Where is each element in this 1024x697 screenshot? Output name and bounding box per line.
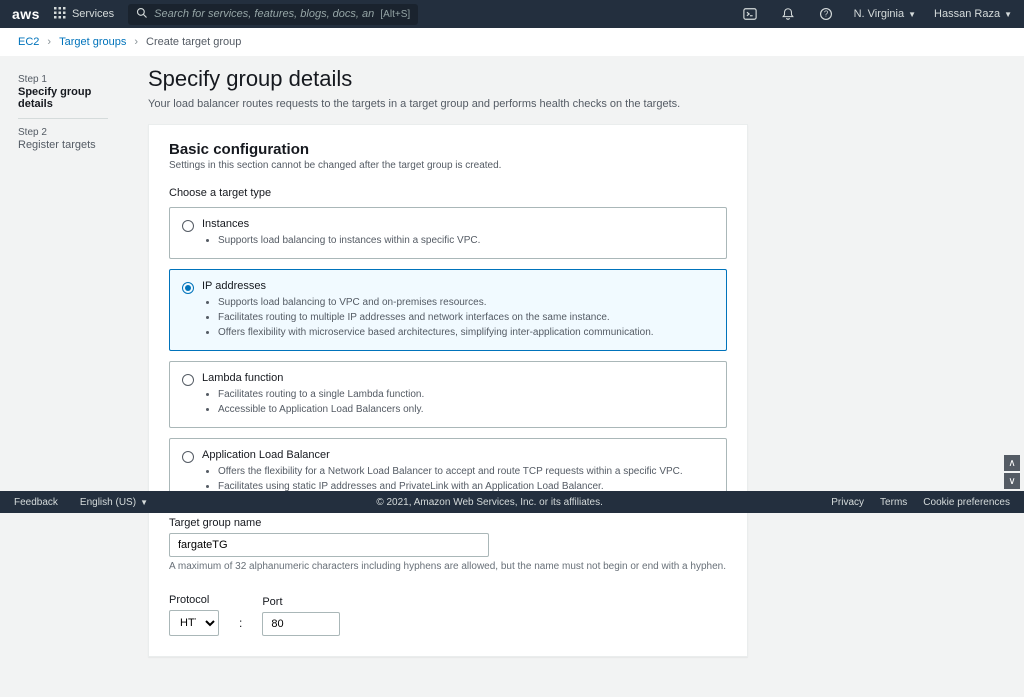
radio-bullet: Facilitates routing to a single Lambda f… xyxy=(218,387,714,402)
page-title: Specify group details xyxy=(148,66,748,92)
port-input[interactable] xyxy=(262,612,340,636)
basic-config-panel: Basic configuration Settings in this sec… xyxy=(148,124,748,657)
radio-icon xyxy=(182,220,194,232)
step-label: Register targets xyxy=(18,139,108,151)
breadcrumb: EC2 › Target groups › Create target grou… xyxy=(0,28,1024,56)
wizard-step-1[interactable]: Step 1 Specify group details xyxy=(18,66,108,119)
breadcrumb-current: Create target group xyxy=(146,36,241,48)
radio-icon xyxy=(182,282,194,294)
chevron-down-icon: ▼ xyxy=(140,498,148,507)
radio-icon xyxy=(182,374,194,386)
cloudshell-icon[interactable] xyxy=(740,4,760,24)
user-button[interactable]: Hassan Raza ▼ xyxy=(934,8,1012,20)
radio-bullet: Facilitates routing to multiple IP addre… xyxy=(218,310,714,325)
chevron-down-icon: ▼ xyxy=(1004,10,1012,19)
top-nav: aws Services [Alt+S] ? N. Virginia ▼ Has… xyxy=(0,0,1024,28)
grid-icon xyxy=(54,7,66,22)
page-desc: Your load balancer routes requests to th… xyxy=(148,98,748,110)
svg-text:?: ? xyxy=(823,10,828,19)
services-button[interactable]: Services xyxy=(54,7,114,22)
feedback-link[interactable]: Feedback xyxy=(14,497,58,508)
page-body: Step 1 Specify group details Step 2 Regi… xyxy=(0,56,1024,697)
user-label: Hassan Raza xyxy=(934,8,1000,20)
chevron-right-icon: › xyxy=(134,36,138,48)
chevron-down-icon: ▼ xyxy=(908,10,916,19)
tg-name-label: Target group name xyxy=(169,517,727,529)
radio-bullet: Supports load balancing to VPC and on-pr… xyxy=(218,295,714,310)
tg-name-input[interactable] xyxy=(169,533,489,557)
breadcrumb-ec2[interactable]: EC2 xyxy=(18,36,39,48)
radio-bullet: Offers flexibility with microservice bas… xyxy=(218,325,714,340)
scroll-bottom-button[interactable]: ∨ xyxy=(1004,473,1020,489)
protocol-select[interactable]: HTTP xyxy=(169,610,219,636)
services-label: Services xyxy=(72,8,114,20)
target-type-lambda[interactable]: Lambda function Facilitates routing to a… xyxy=(169,361,727,428)
radio-title: Instances xyxy=(202,218,714,230)
search-input[interactable] xyxy=(148,8,380,20)
help-icon[interactable]: ? xyxy=(816,4,836,24)
aws-logo[interactable]: aws xyxy=(12,6,40,22)
wizard-step-2[interactable]: Step 2 Register targets xyxy=(18,119,108,159)
search-shortcut: [Alt+S] xyxy=(380,9,410,20)
region-button[interactable]: N. Virginia ▼ xyxy=(854,8,916,20)
step-num: Step 2 xyxy=(18,127,108,138)
choose-target-label: Choose a target type xyxy=(169,187,727,199)
target-type-instances[interactable]: Instances Supports load balancing to ins… xyxy=(169,207,727,259)
search-container[interactable]: [Alt+S] xyxy=(128,4,418,25)
wizard-steps: Step 1 Specify group details Step 2 Regi… xyxy=(18,66,108,657)
panel-sub: Settings in this section cannot be chang… xyxy=(169,160,727,171)
step-num: Step 1 xyxy=(18,74,108,85)
cookie-link[interactable]: Cookie preferences xyxy=(923,497,1010,508)
tg-name-hint: A maximum of 32 alphanumeric characters … xyxy=(169,561,727,572)
copyright: © 2021, Amazon Web Services, Inc. or its… xyxy=(148,497,831,508)
region-label: N. Virginia xyxy=(854,8,905,20)
footer: Feedback English (US) ▼ © 2021, Amazon W… xyxy=(0,491,1024,513)
language-button[interactable]: English (US) ▼ xyxy=(80,497,148,508)
radio-bullet: Offers the flexibility for a Network Loa… xyxy=(218,464,714,479)
privacy-link[interactable]: Privacy xyxy=(831,497,864,508)
radio-bullet: Supports load balancing to instances wit… xyxy=(218,233,714,248)
panel-title: Basic configuration xyxy=(169,141,727,158)
terms-link[interactable]: Terms xyxy=(880,497,907,508)
port-label: Port xyxy=(262,596,340,608)
radio-icon xyxy=(182,451,194,463)
search-icon xyxy=(136,7,148,22)
radio-title: IP addresses xyxy=(202,280,714,292)
step-label: Specify group details xyxy=(18,86,108,110)
chevron-right-icon: › xyxy=(47,36,51,48)
breadcrumb-target-groups[interactable]: Target groups xyxy=(59,36,126,48)
radio-title: Lambda function xyxy=(202,372,714,384)
main: Specify group details Your load balancer… xyxy=(148,66,748,657)
radio-bullet: Accessible to Application Load Balancers… xyxy=(218,402,714,417)
scroll-top-button[interactable]: ∧ xyxy=(1004,455,1020,471)
protocol-label: Protocol xyxy=(169,594,219,606)
bell-icon[interactable] xyxy=(778,4,798,24)
target-type-ip-addresses[interactable]: IP addresses Supports load balancing to … xyxy=(169,269,727,351)
colon-separator: : xyxy=(237,616,244,636)
radio-title: Application Load Balancer xyxy=(202,449,714,461)
language-label: English (US) xyxy=(80,497,136,508)
nav-right: ? N. Virginia ▼ Hassan Raza ▼ xyxy=(740,4,1012,24)
